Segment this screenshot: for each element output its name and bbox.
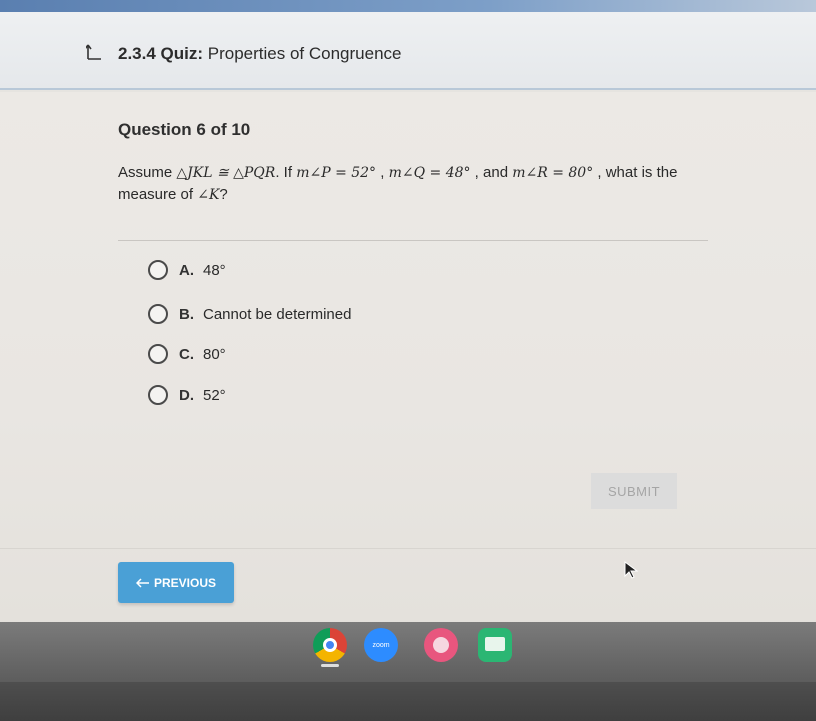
- zoom-icon[interactable]: zoom: [364, 628, 398, 662]
- angle-p-measure: m∠P = 52°: [296, 165, 377, 181]
- question-text-part: ,: [376, 164, 389, 181]
- zoom-label: zoom: [372, 641, 390, 649]
- previous-button[interactable]: PREVIOUS: [118, 562, 234, 603]
- question-text-part: , and: [470, 164, 513, 181]
- question-divider: [118, 240, 708, 241]
- arrow-left-icon: [135, 577, 149, 588]
- answer-option-a[interactable]: A. 48°: [148, 258, 226, 282]
- question-text: Assume △JKL ≅ △PQR. If m∠P = 52° , m∠Q =…: [118, 162, 718, 206]
- taskbar-shelf: [0, 622, 816, 682]
- submit-button[interactable]: SUBMIT: [591, 473, 677, 509]
- option-letter: B.: [179, 305, 194, 323]
- mouse-cursor-icon: [624, 561, 638, 579]
- quiz-title: 2.3.4 Quiz: Properties of Congruence: [118, 44, 402, 64]
- previous-label: PREVIOUS: [153, 575, 216, 590]
- paint-app-icon[interactable]: [424, 628, 458, 662]
- angle-q-measure: m∠Q = 48°: [388, 165, 471, 181]
- angle-k: ∠K: [197, 187, 220, 203]
- answer-option-c[interactable]: C. 80°: [148, 342, 226, 366]
- back-arrow-icon[interactable]: [86, 42, 102, 60]
- question-text-part: ?: [219, 186, 228, 203]
- question-text-part: . If: [275, 164, 297, 181]
- option-text: Cannot be determined: [203, 305, 352, 323]
- chrome-icon[interactable]: [313, 628, 347, 662]
- option-letter: D.: [179, 386, 194, 404]
- option-text: 48°: [203, 261, 226, 279]
- answer-option-b[interactable]: B. Cannot be determined: [148, 302, 351, 326]
- footer-divider: [0, 548, 816, 549]
- angle-r-measure: m∠R = 80°: [512, 165, 594, 181]
- option-letter: A.: [179, 261, 194, 279]
- browser-top-strip: [0, 0, 816, 12]
- question-text-part: Assume: [118, 164, 177, 181]
- radio-button[interactable]: [148, 344, 168, 364]
- radio-button[interactable]: [148, 304, 168, 324]
- classroom-icon[interactable]: [478, 628, 512, 662]
- option-letter: C.: [179, 345, 194, 363]
- radio-button[interactable]: [148, 385, 168, 405]
- quiz-label: 2.3.4 Quiz:: [118, 44, 204, 63]
- option-text: 52°: [203, 386, 226, 404]
- question-number: Question 6 of 10: [118, 120, 251, 139]
- radio-button[interactable]: [148, 260, 168, 280]
- active-app-indicator: [321, 664, 339, 667]
- option-text: 80°: [203, 345, 226, 363]
- quiz-name: Properties of Congruence: [207, 44, 402, 63]
- answer-option-d[interactable]: D. 52°: [148, 383, 226, 407]
- congruence-statement: △JKL ≅ △PQR: [176, 165, 276, 181]
- quiz-header: 2.3.4 Quiz: Properties of Congruence: [0, 12, 816, 90]
